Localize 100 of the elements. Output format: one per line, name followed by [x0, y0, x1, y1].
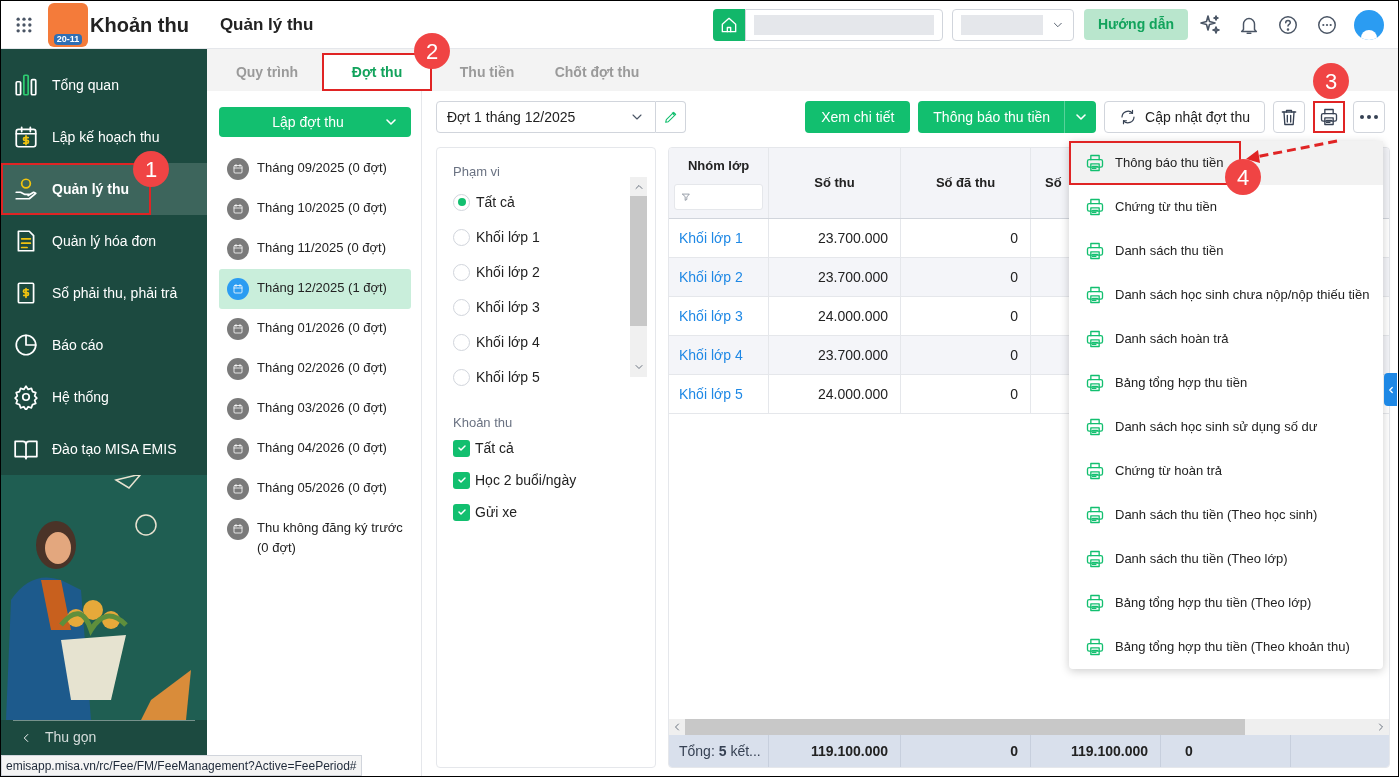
delete-button[interactable] — [1273, 101, 1305, 133]
table-cell: 24.000.000 — [769, 375, 901, 413]
check-icon — [455, 474, 468, 486]
printer-icon — [1085, 549, 1105, 569]
search-field[interactable] — [744, 8, 943, 41]
side-panel-toggle[interactable] — [1384, 373, 1397, 406]
sidebar-item[interactable]: Tổng quan — [1, 59, 207, 111]
home-button[interactable] — [712, 8, 745, 41]
avatar[interactable] — [1354, 9, 1384, 40]
table-cell: 0 — [901, 297, 1031, 335]
period-item[interactable]: Tháng 05/2026 (0 đợt) — [219, 469, 411, 509]
checkbox[interactable] — [453, 471, 470, 489]
scroll-thumb[interactable] — [630, 195, 647, 326]
calendar-icon — [227, 358, 249, 380]
group-link[interactable]: Khối lớp 5 — [669, 375, 769, 413]
horizontal-scrollbar[interactable] — [669, 719, 1389, 735]
step-badge: 3 — [1313, 63, 1349, 99]
menu-item[interactable]: Danh sách học sinh chưa nộp/nộp thiếu tiền — [1069, 273, 1383, 317]
period-item[interactable]: Tháng 01/2026 (0 đợt) — [219, 309, 411, 349]
status-url: emisapp.misa.vn/rc/Fee/FM/FeeManagement?Active=FeePeriod# — [1, 755, 362, 776]
filter-field[interactable] — [674, 184, 763, 210]
filter-icon — [681, 192, 691, 202]
more-button[interactable] — [1353, 101, 1385, 133]
printer-icon — [1085, 461, 1105, 481]
table-cell: 0 — [901, 258, 1031, 296]
menu-item[interactable]: Bảng tổng hợp thu tiền (Theo khoản thu) — [1069, 625, 1383, 669]
logo-badge: 20-11 — [53, 33, 83, 45]
help-icon[interactable] — [1277, 13, 1299, 36]
sidebar-item[interactable]: Sổ phải thu, phải trả — [1, 267, 207, 319]
pencil-icon — [662, 109, 679, 125]
coin-hand-icon — [13, 176, 39, 202]
menu-item[interactable]: Danh sách thu tiền (Theo học sinh) — [1069, 493, 1383, 537]
radio-option[interactable]: Khối lớp 4 — [453, 324, 630, 360]
radio-option[interactable]: Tất cả — [453, 184, 630, 220]
period-item[interactable]: Tháng 09/2025 (0 đợt) — [219, 149, 411, 189]
bar-chart-icon — [13, 72, 39, 98]
school-select[interactable] — [951, 8, 1074, 41]
printer-icon — [1085, 417, 1105, 437]
more-icon — [1360, 115, 1378, 119]
more-icon[interactable] — [1316, 13, 1338, 36]
printer-icon — [1085, 153, 1105, 173]
checkbox[interactable] — [453, 503, 470, 521]
refresh-icon — [1119, 108, 1138, 126]
printer-icon — [1085, 285, 1105, 305]
printer-icon — [1085, 505, 1105, 525]
footer-cell: 119.100.000 — [1031, 735, 1161, 767]
sidebar-item[interactable]: Báo cáo — [1, 319, 207, 371]
radio-option[interactable]: Khối lớp 5 — [453, 359, 630, 395]
sparkle-icon[interactable] — [1198, 12, 1222, 37]
collapse-button[interactable]: Thu gọn — [13, 720, 195, 754]
calendar-icon — [227, 398, 249, 420]
printer-icon — [1085, 637, 1105, 657]
checkbox-option[interactable]: Học 2 buổi/ngày — [453, 464, 647, 496]
section-label: Khoản thu — [453, 413, 514, 432]
calendar-icon — [227, 478, 249, 500]
calendar-icon — [227, 238, 249, 260]
group-link[interactable]: Khối lớp 3 — [669, 297, 769, 335]
update-period-button[interactable]: Cập nhật đợt thu — [1104, 101, 1265, 133]
calendar-icon — [227, 198, 249, 220]
period-item[interactable]: Thu không đăng ký trước (0 đợt) — [219, 509, 411, 567]
radio-option[interactable]: Khối lớp 2 — [453, 254, 630, 290]
menu-item[interactable]: Bảng tổng hợp thu tiền — [1069, 361, 1383, 405]
menu-item[interactable]: Danh sách học sinh sử dụng số dư — [1069, 405, 1383, 449]
menu-item[interactable]: Danh sách hoàn trả — [1069, 317, 1383, 361]
calendar-icon — [227, 158, 249, 180]
period-item[interactable]: Tháng 12/2025 (1 đợt) — [219, 269, 411, 309]
period-item[interactable]: Tháng 03/2026 (0 đợt) — [219, 389, 411, 429]
column-header: Nhóm lớp — [686, 157, 751, 176]
checkbox-option[interactable]: Gửi xe — [453, 496, 647, 528]
radio-option[interactable]: Khối lớp 3 — [453, 289, 630, 325]
page-title: Quản lý thu — [219, 13, 314, 36]
avatar-figure — [1361, 29, 1377, 40]
checkbox-option[interactable]: Tất cả — [453, 432, 647, 464]
period-item[interactable]: Tháng 02/2026 (0 đợt) — [219, 349, 411, 389]
period-item[interactable]: Tháng 11/2025 (0 đợt) — [219, 229, 411, 269]
settings-icon — [13, 384, 39, 410]
menu-item[interactable]: Chứng từ hoàn trả — [1069, 449, 1383, 493]
sidebar-item[interactable]: Đào tạo MISA EMIS — [1, 423, 207, 475]
period-select[interactable]: Đợt 1 tháng 12/2025 — [436, 101, 656, 133]
check-icon — [455, 442, 468, 454]
menu-item[interactable]: Danh sách thu tiền (Theo lớp) — [1069, 537, 1383, 581]
period-item[interactable]: Tháng 10/2025 (0 đợt) — [219, 189, 411, 229]
period-item[interactable]: Tháng 04/2026 (0 đợt) — [219, 429, 411, 469]
radio-option[interactable]: Khối lớp 1 — [453, 219, 630, 255]
trash-icon — [1279, 107, 1299, 127]
group-link[interactable]: Khối lớp 1 — [669, 219, 769, 257]
table-cell: 24.000.000 — [769, 297, 901, 335]
edit-button[interactable] — [656, 101, 686, 133]
footer-cell: 0 — [901, 735, 1031, 767]
printer-icon — [1319, 107, 1339, 127]
menu-item[interactable]: Bảng tổng hợp thu tiền (Theo lớp) — [1069, 581, 1383, 625]
scroll-thumb[interactable] — [685, 719, 1245, 735]
printer-icon — [1085, 241, 1105, 261]
sidebar-item[interactable]: Hệ thống — [1, 371, 207, 423]
scrollbar[interactable] — [630, 176, 647, 377]
sidebar-item[interactable]: Quản lý hóa đơn — [1, 215, 207, 267]
app-title: Khoản thu — [90, 12, 189, 38]
step-badge: 4 — [1225, 159, 1261, 195]
menu-item[interactable]: Danh sách thu tiền — [1069, 229, 1383, 273]
checkbox[interactable] — [453, 439, 470, 457]
